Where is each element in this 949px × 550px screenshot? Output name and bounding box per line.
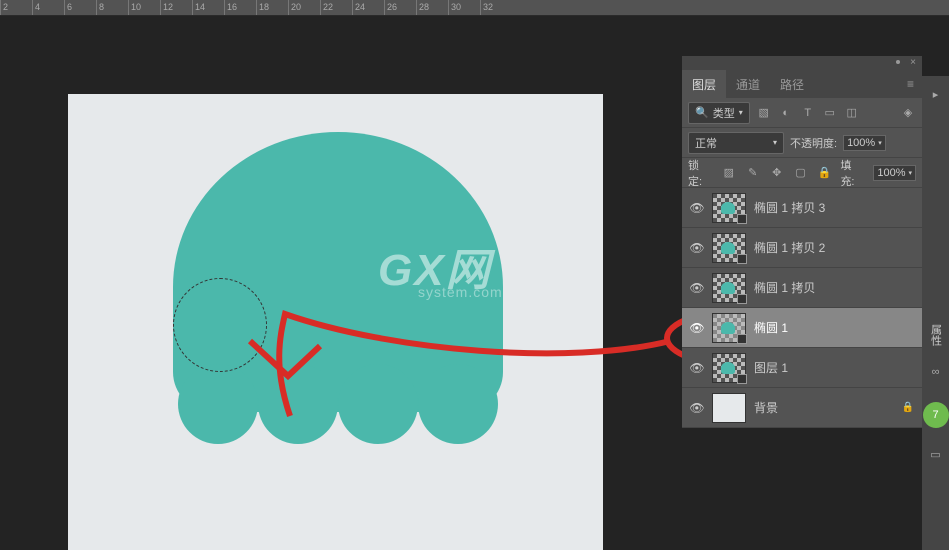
shape-badge-icon [737, 374, 747, 384]
lock-pixels-icon[interactable]: ✎ [745, 165, 761, 181]
scallop-shape [178, 364, 258, 444]
marquee-selection [173, 278, 267, 372]
filter-type-dropdown[interactable]: 🔍 类型 ▾ [688, 102, 750, 124]
lock-transparency-icon[interactable]: ▨ [721, 165, 737, 181]
visibility-toggle-icon[interactable]: 👁 [690, 401, 704, 415]
shape-badge-icon [737, 334, 747, 344]
layer-thumbnail[interactable] [712, 233, 746, 263]
tab-channels[interactable]: 通道 [726, 70, 770, 99]
properties-panel-tab[interactable]: 属性 [928, 324, 944, 346]
chevron-down-icon: ▾ [773, 138, 777, 147]
ruler-tick: 16 [224, 0, 256, 15]
blend-mode-dropdown[interactable]: 正常 ▾ [688, 132, 784, 154]
dock-icon[interactable]: ▸ [928, 88, 944, 104]
layer-row[interactable]: 👁 背景 🔒 [682, 388, 922, 428]
opacity-label: 不透明度: [790, 135, 837, 151]
chevron-down-icon: ▾ [908, 169, 912, 177]
blend-row: 正常 ▾ 不透明度: 100%▾ [682, 128, 922, 158]
layer-row[interactable]: 👁 椭圆 1 拷贝 3 [682, 188, 922, 228]
layer-name-label: 椭圆 1 拷贝 3 [754, 199, 914, 216]
scallop-shape [258, 364, 338, 444]
ruler-tick: 18 [256, 0, 288, 15]
tab-paths[interactable]: 路径 [770, 70, 814, 99]
layer-name-label: 椭圆 1 拷贝 2 [754, 239, 914, 256]
ruler-tick: 28 [416, 0, 448, 15]
ruler-tick: 24 [352, 0, 384, 15]
opacity-input[interactable]: 100%▾ [843, 135, 886, 151]
ruler-tick: 26 [384, 0, 416, 15]
search-icon: 🔍 [695, 106, 709, 119]
lock-all-icon[interactable]: 🔒 [817, 165, 833, 181]
ruler-tick: 6 [64, 0, 96, 15]
ruler-tick: 12 [160, 0, 192, 15]
fill-label: 填充: [840, 157, 865, 189]
visibility-toggle-icon[interactable]: 👁 [690, 361, 704, 375]
filter-adjust-icon[interactable]: ◐ [778, 105, 794, 121]
lock-position-icon[interactable]: ✥ [769, 165, 785, 181]
dock-bottom-icon[interactable]: ▭ [928, 448, 944, 464]
shape-badge-icon [737, 214, 747, 224]
panel-menu-icon[interactable]: ≡ [899, 77, 922, 91]
ruler-tick: 30 [448, 0, 480, 15]
shape-badge-icon [737, 294, 747, 304]
layer-row[interactable]: 👁 椭圆 1 [682, 308, 922, 348]
layer-thumbnail[interactable] [712, 393, 746, 423]
document-canvas[interactable]: GX网 system.com [68, 94, 603, 550]
layer-thumbnail[interactable] [712, 273, 746, 303]
filter-type-icon[interactable]: T [800, 105, 816, 121]
ruler-tick: 10 [128, 0, 160, 15]
ruler-tick: 22 [320, 0, 352, 15]
filter-smart-icon[interactable]: ◫ [844, 105, 860, 121]
lock-artboard-icon[interactable]: ▢ [793, 165, 809, 181]
layer-thumbnail[interactable] [712, 193, 746, 223]
lock-label: 锁定: [688, 157, 713, 189]
watermark-subtext: system.com [418, 284, 503, 300]
scallop-shape [418, 364, 498, 444]
layer-filter-row: 🔍 类型 ▾ ▧ ◐ T ▭ ◫ ◈ [682, 98, 922, 128]
visibility-toggle-icon[interactable]: 👁 [690, 201, 704, 215]
ruler-tick: 4 [32, 0, 64, 15]
scallop-shape [338, 364, 418, 444]
ruler-tick: 14 [192, 0, 224, 15]
filter-shape-icon[interactable]: ▭ [822, 105, 838, 121]
ruler-tick: 8 [96, 0, 128, 15]
layer-row[interactable]: 👁 椭圆 1 拷贝 2 [682, 228, 922, 268]
ruler-tick: 32 [480, 0, 512, 15]
layer-list: 👁 椭圆 1 拷贝 3 👁 椭圆 1 拷贝 2 👁 椭圆 1 拷贝 👁 椭圆 1 👁 图层 1 👁 背… [682, 188, 922, 428]
ruler-tick: 20 [288, 0, 320, 15]
layers-panel: × 图层 通道 路径 ≡ 🔍 类型 ▾ ▧ ◐ T ▭ ◫ ◈ 正常 ▾ [682, 56, 922, 428]
visibility-toggle-icon[interactable]: 👁 [690, 241, 704, 255]
chevron-down-icon: ▾ [878, 139, 882, 147]
collapse-icon[interactable] [896, 60, 900, 64]
fill-input[interactable]: 100%▾ [873, 165, 916, 181]
filter-pixel-icon[interactable]: ▧ [756, 105, 772, 121]
layer-thumbnail[interactable] [712, 313, 746, 343]
layer-thumbnail[interactable] [712, 353, 746, 383]
panel-header: × [682, 56, 922, 70]
tab-layers[interactable]: 图层 [682, 70, 726, 99]
lock-row: 锁定: ▨ ✎ ✥ ▢ 🔒 填充: 100%▾ [682, 158, 922, 188]
panel-tabs: 图层 通道 路径 ≡ [682, 70, 922, 98]
shape-badge-icon [737, 254, 747, 264]
layer-row[interactable]: 👁 椭圆 1 拷贝 [682, 268, 922, 308]
layer-name-label: 背景 [754, 399, 894, 416]
filter-toggle-icon[interactable]: ◈ [900, 105, 916, 121]
visibility-toggle-icon[interactable]: 👁 [690, 281, 704, 295]
layer-name-label: 图层 1 [754, 359, 914, 376]
ruler-horizontal: 2468101214161820222426283032 [0, 0, 949, 16]
layer-name-label: 椭圆 1 [754, 319, 914, 336]
visibility-toggle-icon[interactable]: 👁 [690, 321, 704, 335]
panel-dock-right: ▸ 属性 ∞ 7 ▭ [922, 76, 949, 550]
layer-name-label: 椭圆 1 拷贝 [754, 279, 914, 296]
ruler-tick: 2 [0, 0, 32, 15]
notification-badge[interactable]: 7 [923, 402, 949, 428]
lock-icon: 🔒 [902, 402, 914, 413]
chevron-down-icon: ▾ [739, 108, 743, 117]
link-icon[interactable]: ∞ [928, 366, 944, 382]
layer-row[interactable]: 👁 图层 1 [682, 348, 922, 388]
workspace: GX网 system.com × 图层 通道 路径 ≡ 🔍 类型 ▾ ▧ ◐ T [0, 16, 949, 550]
close-icon[interactable]: × [910, 57, 916, 68]
